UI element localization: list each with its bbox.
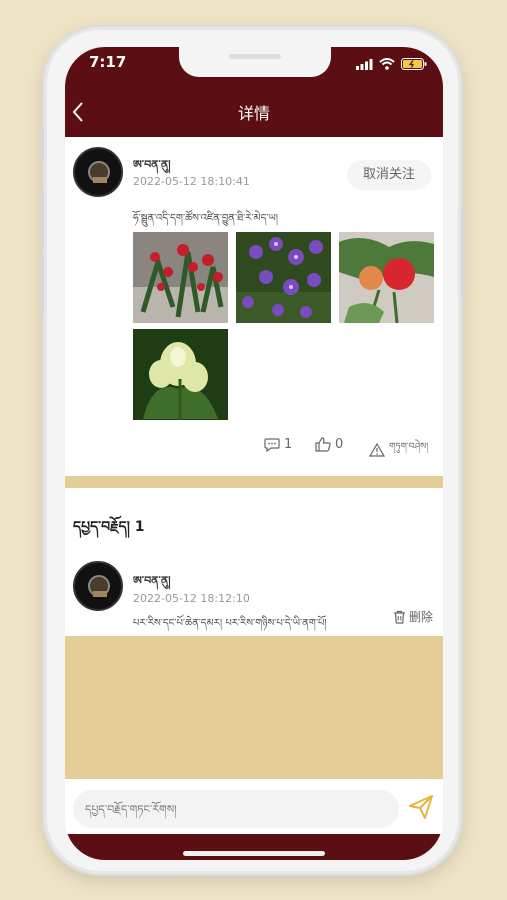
comment-icon xyxy=(264,437,280,452)
send-icon[interactable] xyxy=(407,793,435,821)
delete-label: 删除 xyxy=(408,610,433,624)
like-count: 0 xyxy=(335,437,344,452)
home-indicator[interactable] xyxy=(183,851,325,856)
page-title: 详情 xyxy=(237,104,270,123)
unfollow-button[interactable]: 取消关注 xyxy=(347,160,431,190)
section-divider xyxy=(65,476,443,488)
post-photo-3[interactable] xyxy=(339,232,434,323)
report-action[interactable]: གཏུག་བཤེས། xyxy=(369,437,428,462)
signal-icon xyxy=(356,58,373,70)
status-bar: 7:17 xyxy=(65,47,443,87)
comments-header: དཔྱད་བརྗོད། 1 xyxy=(73,519,145,535)
wifi-icon xyxy=(379,58,395,70)
comment-avatar[interactable] xyxy=(73,561,123,611)
comment-count: 1 xyxy=(284,437,293,452)
like-icon xyxy=(315,437,331,452)
volume-down-button xyxy=(40,258,44,314)
mute-switch xyxy=(40,130,44,158)
power-button xyxy=(461,210,465,296)
comment-input-bar xyxy=(65,779,443,834)
notch xyxy=(179,47,331,77)
post-card: ཨ་བན་ནུ། 2022-05-12 18:10:41 取消关注 ཧོ་སྦྲ… xyxy=(65,137,443,476)
comment-date: 2022-05-12 18:12:10 xyxy=(133,592,250,605)
nav-bar: 详情 xyxy=(65,87,443,137)
post-text: ཧོ་སྦྲུན་འདི་དག་ཚོས་འཛིན་བྱུན་ཐི་རེ་མེད་… xyxy=(133,213,278,224)
post-photo-1[interactable] xyxy=(133,232,228,323)
like-action[interactable]: 0 xyxy=(315,437,343,452)
delete-button[interactable]: 删除 xyxy=(393,608,433,625)
comments-section: དཔྱད་བརྗོད། 1 ཨ་བན་ནུ། 2022-05-12 18:12:… xyxy=(65,488,443,636)
empty-area xyxy=(65,636,443,779)
status-icons xyxy=(356,58,427,70)
post-photo-2[interactable] xyxy=(236,232,331,323)
warning-icon xyxy=(369,442,385,457)
battery-icon xyxy=(401,58,427,70)
avatar[interactable] xyxy=(73,147,123,197)
screen: 7:17 详情 ཨ་བན་ནུ། 2022-05-12 18:10:41 取消关… xyxy=(65,47,443,860)
post-date: 2022-05-12 18:10:41 xyxy=(133,175,250,188)
comment-input[interactable] xyxy=(73,790,399,828)
comment-action[interactable]: 1 xyxy=(264,437,292,452)
report-label: གཏུག་བཤེས། xyxy=(389,442,429,452)
status-time: 7:17 xyxy=(89,53,127,71)
phone-frame: 7:17 详情 ཨ་བན་ནུ། 2022-05-12 18:10:41 取消关… xyxy=(40,27,465,874)
volume-up-button xyxy=(40,190,44,246)
trash-icon xyxy=(393,610,405,624)
bottom-bar xyxy=(65,834,443,860)
post-photo-4[interactable] xyxy=(133,329,228,420)
